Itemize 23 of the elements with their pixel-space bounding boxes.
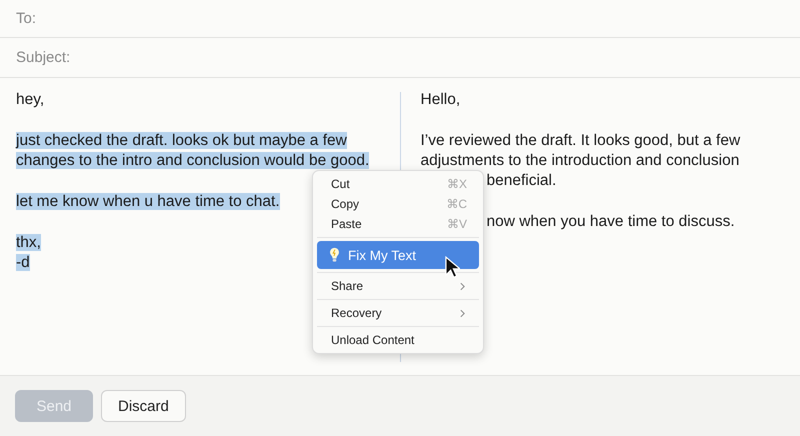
shortcut-label: ⌘X	[446, 177, 467, 191]
lightbulb-icon	[329, 247, 340, 263]
menu-item[interactable]: Fix My Text	[317, 241, 479, 269]
menu-item[interactable]: Paste ⌘V	[317, 214, 479, 234]
menu-item[interactable]: Share	[317, 276, 479, 296]
menu-item[interactable]: Unload Content	[317, 330, 479, 350]
footer-button[interactable]: Discard	[101, 390, 186, 422]
rewritten-text-line: beneficial.	[486, 172, 556, 189]
chevron-right-icon	[460, 308, 465, 318]
draft-text-line: hey,	[16, 91, 44, 108]
shortcut-label: ⌘C	[446, 197, 467, 211]
rewritten-text-line: Hello,	[420, 91, 460, 108]
menu-item[interactable]: Cut ⌘X	[317, 174, 479, 194]
shortcut-label: ⌘V	[446, 217, 467, 231]
field-label: To:	[16, 10, 36, 27]
menu-item[interactable]: Copy ⌘C	[317, 194, 479, 214]
rewritten-text-line: now when you have time to discuss.	[486, 213, 735, 230]
chevron-right-icon	[460, 282, 465, 290]
rewritten-text-line: adjustments to the introduction and conclusion	[420, 152, 740, 169]
menu-item[interactable]: Recovery	[317, 303, 479, 323]
mouse-pointer-icon	[445, 256, 460, 279]
rewritten-text-line: I’ve reviewed the draft. It looks good, but a few	[420, 132, 740, 149]
field-label: Subject:	[16, 49, 70, 66]
